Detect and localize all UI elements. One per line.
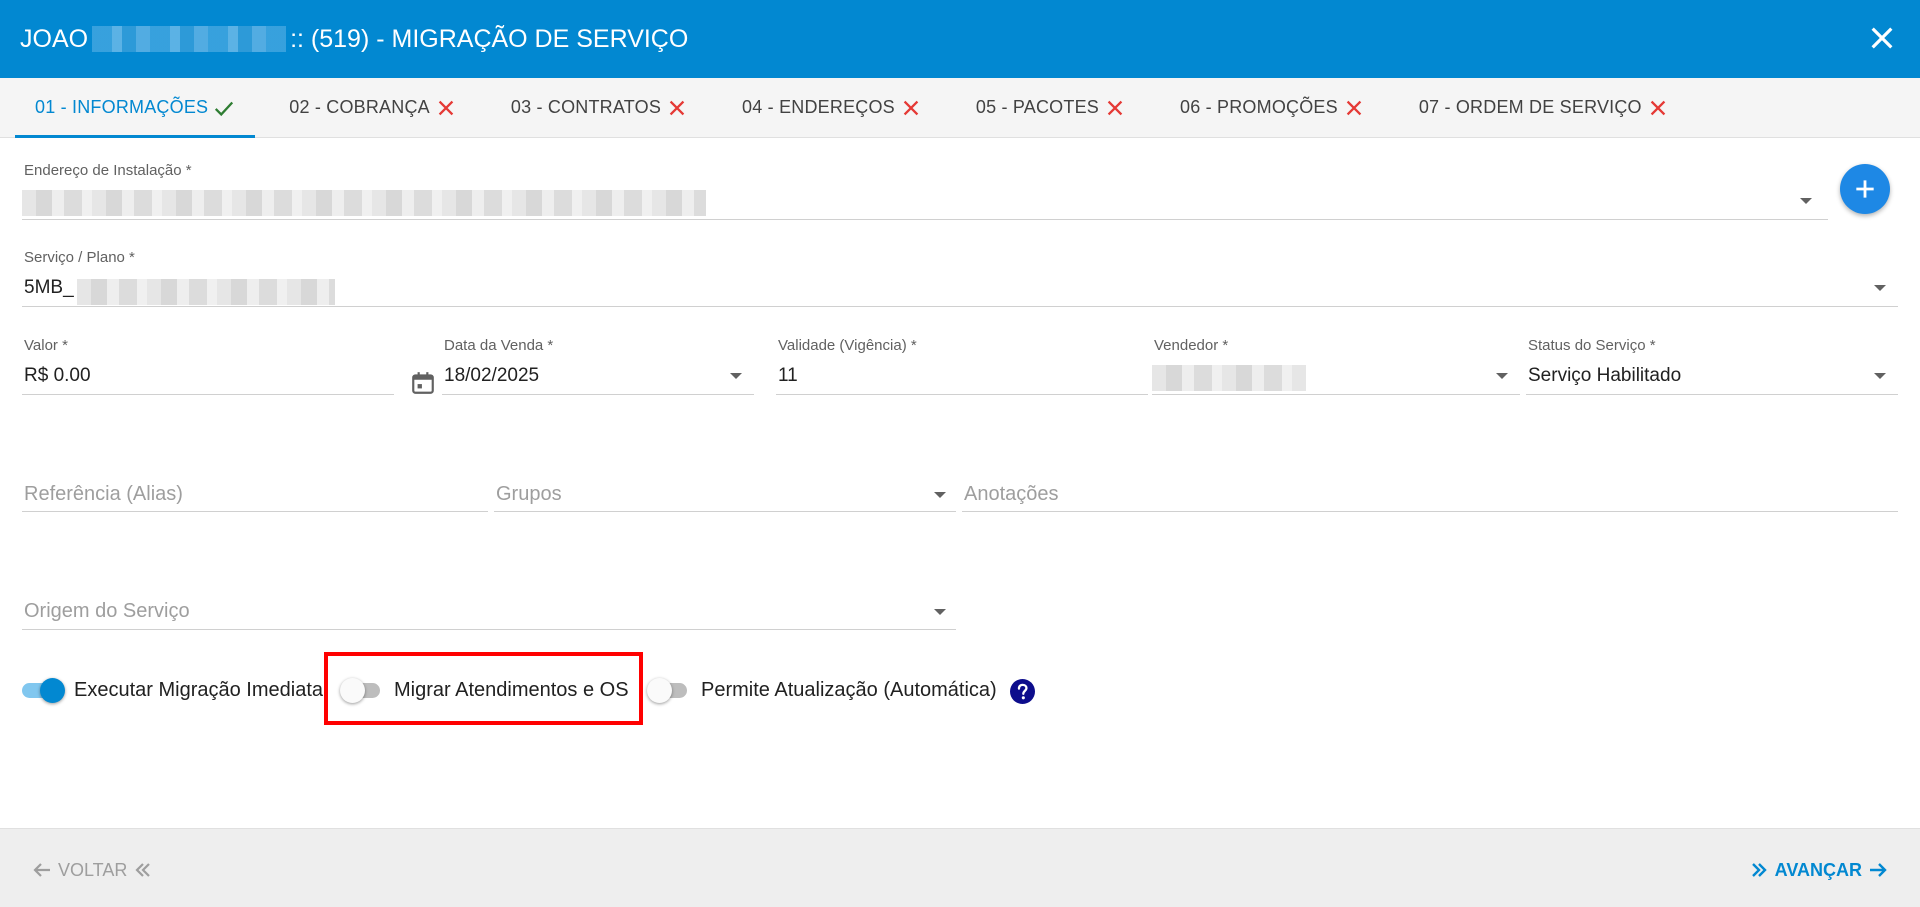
tab-label: 07 - ORDEM DE SERVIÇO <box>1418 97 1642 117</box>
validade-label: Validade (Vigência) * <box>778 337 917 354</box>
double-chevron-left-icon <box>135 863 151 877</box>
tab-pacotes[interactable]: 05 - PACOTES <box>956 78 1146 137</box>
servico-value: 5MB_ <box>24 277 74 298</box>
double-chevron-right-icon <box>1751 863 1767 877</box>
tab-label: 04 - ENDEREÇOS <box>742 97 895 117</box>
chevron-down-icon <box>1874 373 1886 379</box>
tab-label: 06 - PROMOÇÕES <box>1180 97 1338 117</box>
tab-enderecos[interactable]: 04 - ENDEREÇOS <box>722 78 942 137</box>
back-button[interactable]: VOLTAR <box>30 858 155 882</box>
error-x-icon <box>1346 100 1362 115</box>
valor-value: R$ 0.00 <box>24 365 91 386</box>
tab-contratos[interactable]: 03 - CONTRATOS <box>491 78 708 137</box>
toggle-permite-atualizacao[interactable]: Permite Atualização (Automática) <box>647 675 997 705</box>
servico-label: Serviço / Plano * <box>24 249 135 266</box>
valor-field[interactable]: Valor * R$ 0.00 <box>22 337 394 395</box>
tab-label: 03 - CONTRATOS <box>510 97 662 117</box>
tab-informacoes[interactable]: 01 - INFORMAÇÕES <box>15 78 256 138</box>
title-prefix: JOAO <box>20 24 89 53</box>
close-button[interactable] <box>1866 22 1898 54</box>
chevron-down-icon <box>934 609 946 615</box>
chevron-down-icon <box>1874 285 1886 291</box>
field-underline <box>22 629 956 630</box>
next-button[interactable]: AVANÇAR <box>1747 858 1890 882</box>
error-x-icon <box>669 100 685 115</box>
arrow-left-icon <box>33 863 50 877</box>
redacted-address <box>22 190 706 216</box>
executar-migracao-label: Executar Migração Imediata <box>74 678 324 701</box>
executar-migracao-switch[interactable] <box>20 675 65 705</box>
valor-label: Valor * <box>24 337 68 354</box>
vendedor-select[interactable]: Vendedor * <box>1152 337 1520 395</box>
endereco-label: Endereço de Instalação * <box>24 162 192 179</box>
field-underline <box>776 394 1148 395</box>
chevron-down-icon <box>730 373 742 379</box>
tab-label: 05 - PACOTES <box>975 97 1099 117</box>
toggle-executar-migracao[interactable]: Executar Migração Imediata <box>20 675 323 705</box>
calendar-icon[interactable] <box>410 370 436 396</box>
switch-thumb <box>647 678 672 703</box>
origem-servico-select[interactable]: Origem do Serviço <box>22 595 956 630</box>
highlight-box <box>324 652 643 725</box>
validade-value: 11 <box>778 365 798 386</box>
grupos-placeholder: Grupos <box>496 483 562 505</box>
tab-ordem-servico[interactable]: 07 - ORDEM DE SERVIÇO <box>1399 78 1689 137</box>
chevron-down-icon <box>1496 373 1508 379</box>
field-underline <box>22 511 488 512</box>
field-underline <box>22 219 1828 220</box>
field-underline <box>22 306 1898 307</box>
servico-plano-select[interactable]: Serviço / Plano * 5MB_ <box>22 249 1898 307</box>
next-label: AVANÇAR <box>1774 859 1862 880</box>
endereco-select[interactable]: Endereço de Instalação * <box>22 162 1828 220</box>
vendedor-label: Vendedor * <box>1154 337 1229 354</box>
origem-placeholder: Origem do Serviço <box>24 600 190 622</box>
wizard-tabs: 01 - INFORMAÇÕES 02 - COBRANÇA 03 - CONT… <box>0 78 1920 138</box>
data-venda-field[interactable]: Data da Venda * 18/02/2025 <box>442 337 754 395</box>
back-label: VOLTAR <box>58 859 128 880</box>
dialog-footer <box>0 828 1920 907</box>
field-underline <box>962 511 1898 512</box>
permite-atualizacao-label: Permite Atualização (Automática) <box>701 678 997 701</box>
dialog-header: JOAO :: (519) - MIGRAÇÃO DE SERVIÇO <box>0 0 1920 78</box>
arrow-right-icon <box>1870 863 1887 877</box>
status-value: Serviço Habilitado <box>1528 365 1682 386</box>
grupos-select[interactable]: Grupos <box>494 478 956 512</box>
referencia-input[interactable]: Referência (Alias) <box>22 478 488 512</box>
status-servico-select[interactable]: Status do Serviço * Serviço Habilitado <box>1526 337 1898 395</box>
field-underline <box>22 394 394 395</box>
data-venda-label: Data da Venda * <box>444 337 554 354</box>
tab-promocoes[interactable]: 06 - PROMOÇÕES <box>1160 78 1385 137</box>
add-address-button[interactable] <box>1840 164 1890 214</box>
status-label: Status do Serviço * <box>1528 337 1656 354</box>
field-underline <box>1152 394 1520 395</box>
error-x-icon <box>438 100 454 115</box>
validade-field[interactable]: Validade (Vigência) * 11 <box>776 337 1148 395</box>
error-x-icon <box>1650 100 1665 115</box>
chevron-down-icon <box>1800 198 1812 204</box>
redacted-name <box>92 26 287 52</box>
referencia-placeholder: Referência (Alias) <box>24 483 183 505</box>
check-icon <box>215 101 234 116</box>
close-icon <box>1871 27 1893 49</box>
field-underline <box>494 511 956 512</box>
plus-icon <box>1856 180 1874 198</box>
dialog-title: JOAO :: (519) - MIGRAÇÃO DE SERVIÇO <box>20 25 688 54</box>
help-icon[interactable] <box>1010 679 1035 704</box>
switch-thumb <box>40 678 65 703</box>
field-underline <box>442 394 754 395</box>
anotacoes-placeholder: Anotações <box>964 483 1059 505</box>
tab-label: 01 - INFORMAÇÕES <box>35 97 209 117</box>
redacted-seller <box>1152 365 1306 391</box>
tab-label: 02 - COBRANÇA <box>289 97 430 117</box>
chevron-down-icon <box>934 492 946 498</box>
anotacoes-input[interactable]: Anotações <box>962 478 1898 512</box>
title-suffix: :: (519) - MIGRAÇÃO DE SERVIÇO <box>290 24 689 53</box>
data-venda-value: 18/02/2025 <box>444 365 540 386</box>
error-x-icon <box>903 100 919 115</box>
error-x-icon <box>1107 100 1123 115</box>
tab-cobranca[interactable]: 02 - COBRANÇA <box>269 78 477 137</box>
field-underline <box>1526 394 1898 395</box>
permite-atualizacao-switch[interactable] <box>647 675 689 705</box>
redacted-plan <box>77 279 335 305</box>
